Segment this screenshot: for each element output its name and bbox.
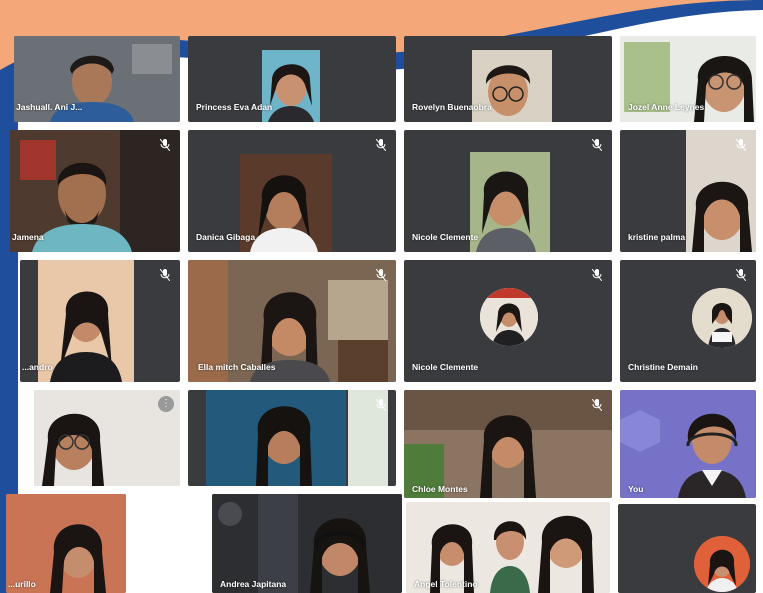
participant-name: ...andro — [22, 362, 53, 372]
participant-name: kristine palma — [628, 232, 686, 242]
mic-muted-icon — [160, 269, 170, 281]
participant-name: Rovelyn Buenaobra — [412, 102, 492, 112]
mic-muted-icon — [736, 269, 746, 281]
participant-name: Danica Gibaga — [196, 232, 256, 242]
participant-tile[interactable]: Princess Eva Adan — [188, 36, 396, 122]
participant-name: Christine Demain — [628, 362, 698, 372]
participant-name: Nicole Clemente — [412, 232, 479, 242]
participant-tile[interactable]: ...urillo — [6, 494, 126, 593]
participant-tile[interactable]: Rovelyn Buenaobra — [404, 36, 612, 122]
participant-name: Nicole Clemente — [412, 362, 479, 372]
participant-tile[interactable]: Christine Demain — [620, 260, 756, 382]
participant-name: Chloe Montes — [412, 484, 468, 494]
mic-muted-icon — [592, 269, 602, 281]
participant-tile[interactable]: Nicole Clemente — [404, 130, 612, 252]
participant-tile[interactable]: Angel Tolentino — [406, 502, 610, 593]
participant-name: Jashuall. Ani J... — [16, 102, 83, 112]
participant-video — [206, 390, 388, 486]
mic-muted-icon — [592, 399, 602, 411]
participant-tile[interactable]: You — [620, 390, 756, 498]
participant-tile[interactable] — [618, 504, 756, 593]
participant-tile[interactable]: Danica Gibaga — [188, 130, 396, 252]
participant-name: Princess Eva Adan — [196, 102, 273, 112]
mic-muted-icon — [376, 269, 386, 281]
participant-name: Jozel Anne Leynes — [628, 102, 705, 112]
participant-tile[interactable]: Jashuall. Ani J... — [14, 36, 180, 122]
participant-tile[interactable]: ...andro — [20, 260, 180, 382]
participant-tile[interactable]: Chloe Montes — [404, 390, 612, 498]
participant-tile[interactable]: ⋮ — [34, 390, 180, 486]
participant-name: Jamena — [12, 232, 44, 242]
participant-tile[interactable]: Ella mitch Caballes — [188, 260, 396, 382]
video-grid: Jashuall. Ani J... Princess Eva Adan Rov… — [0, 0, 763, 593]
participant-tile[interactable]: Jozel Anne Leynes — [620, 36, 756, 122]
participant-video — [620, 390, 756, 498]
mic-muted-icon — [376, 139, 386, 151]
participant-tile[interactable]: Jamena — [10, 130, 180, 252]
participant-avatar — [480, 288, 538, 346]
participant-name: Angel Tolentino — [414, 579, 478, 589]
mic-muted-icon — [736, 139, 746, 151]
mic-muted-icon — [592, 139, 602, 151]
mic-muted-icon — [376, 399, 386, 411]
participant-name: You — [628, 484, 644, 494]
participant-tile[interactable]: Nicole Clemente — [404, 260, 612, 382]
participant-name: Andrea Japitana — [220, 579, 287, 589]
more-options-icon[interactable]: ⋮ — [158, 396, 174, 412]
participant-video — [404, 390, 612, 498]
participant-avatar — [694, 536, 750, 592]
participant-tile[interactable]: Andrea Japitana — [212, 494, 402, 593]
participant-name: ...urillo — [8, 579, 36, 589]
participant-name: Ella mitch Caballes — [198, 362, 276, 372]
participant-avatar — [692, 288, 752, 348]
participant-tile[interactable] — [188, 390, 396, 486]
mic-muted-icon — [160, 139, 170, 151]
participant-tile[interactable]: kristine palma — [620, 130, 756, 252]
